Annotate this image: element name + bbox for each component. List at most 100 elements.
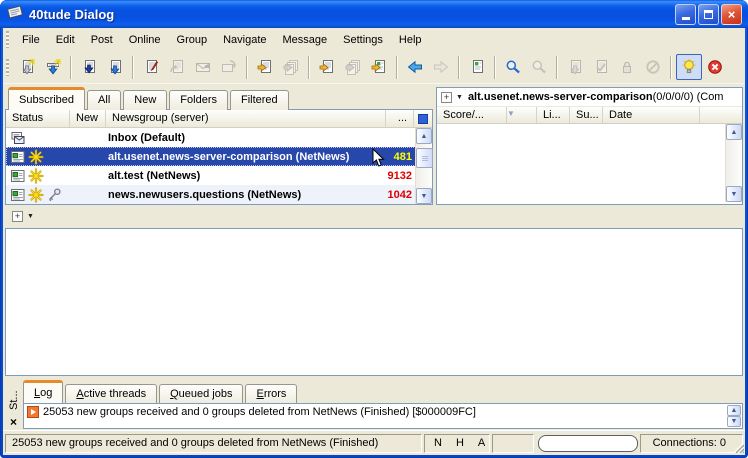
search-button[interactable] <box>500 54 526 80</box>
scroll-down-button[interactable]: ▼ <box>416 188 432 204</box>
column-header-sort[interactable]: ▼ <box>507 107 537 123</box>
menu-message[interactable]: Message <box>275 31 336 49</box>
next-unread-article-icon <box>319 59 335 75</box>
tab-queued-jobs[interactable]: Queued jobs <box>159 384 243 403</box>
indicator-n: N <box>434 435 442 452</box>
post-followup-icon <box>169 59 185 75</box>
column-header-date[interactable]: Date <box>603 107 700 123</box>
newsgroup-row[interactable]: alt.test (NetNews)9132 <box>6 166 432 185</box>
minimize-button[interactable] <box>675 4 696 25</box>
article-list-body: ▲ ▼ <box>437 124 742 202</box>
toolbar-separator <box>556 56 558 79</box>
menu-navigate[interactable]: Navigate <box>215 31 274 49</box>
protect-icon <box>619 59 635 75</box>
column-header-li-[interactable]: Li... <box>537 107 570 123</box>
article-list-columns: Score/...▼Li...Su...Date <box>437 106 742 124</box>
chevron-down-icon[interactable]: ▼ <box>27 213 34 220</box>
row-status-icons <box>10 187 108 203</box>
expand-all-icon[interactable]: + <box>441 92 452 103</box>
next-unread-article-button[interactable] <box>314 54 340 80</box>
column-header-status[interactable]: Status <box>6 110 70 127</box>
scroll-up-button[interactable]: ▲ <box>727 405 741 416</box>
post-new-article-button[interactable] <box>138 54 164 80</box>
get-new-headers-all-button[interactable] <box>40 54 66 80</box>
disconnect-icon <box>707 59 723 75</box>
scroll-down-button[interactable]: ▼ <box>726 186 742 202</box>
menu-file[interactable]: File <box>14 31 48 49</box>
column-header-new[interactable]: New <box>70 110 106 127</box>
expand-icon[interactable]: + <box>12 211 23 222</box>
maximize-button[interactable] <box>698 4 719 25</box>
article-view[interactable] <box>5 228 743 376</box>
scroll-down-button[interactable]: ▼ <box>727 416 741 427</box>
new-sparkle-icon <box>28 168 44 184</box>
side-strip-label[interactable]: St... <box>8 380 20 410</box>
scrollbar-thumb[interactable] <box>416 148 433 168</box>
tab-subscribed[interactable]: Subscribed <box>8 87 85 110</box>
ignore-icon <box>645 59 661 75</box>
menubar-gripper[interactable] <box>6 31 9 48</box>
menu-online[interactable]: Online <box>121 31 169 49</box>
tab-errors[interactable]: Errors <box>245 384 297 403</box>
menu-edit[interactable]: Edit <box>48 31 83 49</box>
close-panel-button[interactable]: × <box>10 416 17 428</box>
log-entry[interactable]: 25053 new groups received and 0 groups d… <box>24 404 742 420</box>
newsgroup-list-header: StatusNewNewsgroup (server)... <box>6 110 432 128</box>
menu-settings[interactable]: Settings <box>335 31 391 49</box>
history-back-button[interactable] <box>402 54 428 80</box>
history-forward-button <box>428 54 454 80</box>
tab-log[interactable]: Log <box>23 380 63 403</box>
newsgroup-row[interactable]: Inbox (Default) <box>6 128 432 147</box>
column-header-extra[interactable] <box>700 107 742 123</box>
get-full-articles-icon <box>107 59 123 75</box>
log-entry-text: 25053 new groups received and 0 groups d… <box>43 406 476 418</box>
group-tab-strip: SubscribedAllNewFoldersFiltered <box>8 87 291 110</box>
log-scrollbar[interactable]: ▲ ▼ <box>727 405 741 427</box>
chevron-down-icon[interactable]: ▼ <box>456 94 463 101</box>
app-icon <box>6 4 24 25</box>
get-full-articles-button[interactable] <box>102 54 128 80</box>
menu-group[interactable]: Group <box>169 31 216 49</box>
toolbar-separator <box>70 56 72 79</box>
show-article-button[interactable] <box>464 54 490 80</box>
lightbulb-icon <box>681 59 697 75</box>
newsgroup-list: StatusNewNewsgroup (server)... Inbox (De… <box>5 109 433 205</box>
close-button[interactable]: × <box>721 4 742 25</box>
next-article-button[interactable] <box>252 54 278 80</box>
toolbar-separator <box>494 56 496 79</box>
main-toolbar <box>3 51 745 84</box>
tab-filtered[interactable]: Filtered <box>230 90 289 110</box>
column-options-button[interactable] <box>414 110 432 127</box>
column-header-score-[interactable]: Score/... <box>437 107 507 123</box>
disconnect-button[interactable] <box>702 54 728 80</box>
scroll-up-button[interactable]: ▲ <box>726 124 742 140</box>
newsgroup-row[interactable]: alt.usenet.news-server-comparison (NetNe… <box>6 147 432 166</box>
tab-folders[interactable]: Folders <box>169 90 228 110</box>
tab-active-threads[interactable]: Active threads <box>65 384 157 403</box>
bottom-tab-strip: LogActive threadsQueued jobsErrors <box>23 380 299 403</box>
catchup-button <box>588 54 614 80</box>
newsgroup-scrollbar[interactable]: ▲ ▼ <box>415 128 432 204</box>
get-marked-headers-button[interactable] <box>76 54 102 80</box>
next-unread-group-button[interactable] <box>366 54 392 80</box>
newsgroup-name: alt.test (NetNews) <box>108 170 373 182</box>
resize-grip[interactable] <box>731 440 744 453</box>
newsgroup-name: alt.usenet.news-server-comparison (NetNe… <box>108 151 373 163</box>
newsgroup-row[interactable]: news.newusers.questions (NetNews)1042 <box>6 185 432 204</box>
scroll-up-button[interactable]: ▲ <box>416 128 432 144</box>
menu-post[interactable]: Post <box>83 31 121 49</box>
toolbar-gripper[interactable] <box>6 59 9 76</box>
tab-new[interactable]: New <box>123 90 167 110</box>
row-status-icons <box>10 149 108 165</box>
tab-all[interactable]: All <box>87 90 121 110</box>
column-header-newsgroup-server-[interactable]: Newsgroup (server) <box>106 110 386 127</box>
log-activity-icon <box>27 406 39 418</box>
column-header-more[interactable]: ... <box>386 110 414 127</box>
article-list-scrollbar[interactable]: ▲ ▼ <box>725 124 742 202</box>
get-new-headers-subscribed-button[interactable] <box>14 54 40 80</box>
column-header-su-[interactable]: Su... <box>570 107 603 123</box>
key-icon <box>46 187 62 203</box>
go-online-button[interactable] <box>676 54 702 80</box>
article-view-toolbar: + ▼ <box>5 206 743 226</box>
menu-help[interactable]: Help <box>391 31 430 49</box>
